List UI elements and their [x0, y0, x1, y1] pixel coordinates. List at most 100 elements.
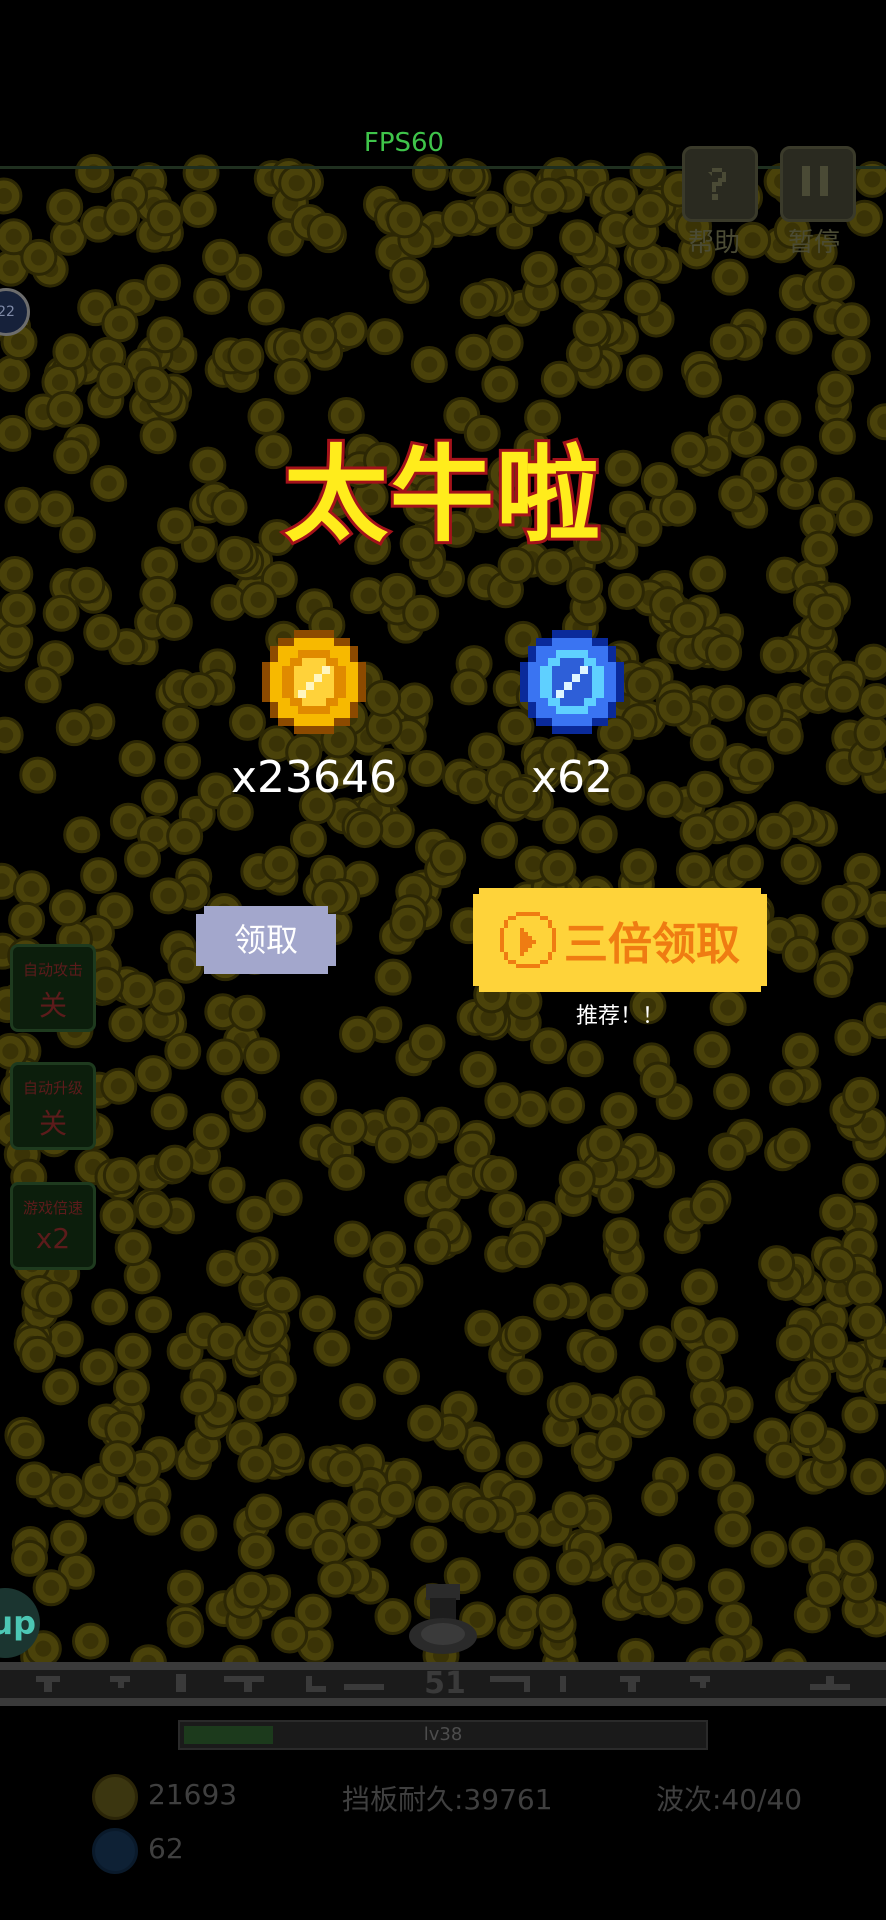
background-coin	[712, 804, 750, 842]
background-coin	[759, 636, 797, 674]
pause-label: 暂停	[788, 228, 841, 258]
background-coin	[150, 1093, 188, 1131]
background-coin	[686, 770, 724, 808]
background-coin	[326, 1450, 364, 1488]
background-coin	[233, 1571, 271, 1609]
background-coin	[841, 1396, 879, 1434]
background-coin	[99, 1440, 137, 1478]
background-coin	[306, 212, 344, 250]
background-coin	[481, 821, 519, 859]
background-coin	[623, 279, 661, 317]
background-coin	[862, 1367, 886, 1405]
background-coin	[377, 1480, 415, 1518]
claim-button[interactable]: 领取	[196, 906, 336, 974]
background-coin	[535, 1593, 573, 1631]
background-coin	[842, 1076, 880, 1114]
background-coin	[628, 1394, 666, 1432]
level-up-orb-label: up	[0, 1604, 36, 1642]
background-coin	[20, 238, 58, 276]
background-coin	[853, 714, 886, 752]
background-coin	[836, 1539, 874, 1577]
background-coin	[504, 1231, 542, 1269]
background-coin	[55, 709, 93, 747]
background-coin	[530, 177, 568, 215]
recommend-text: 推荐！！	[575, 1004, 664, 1029]
background-coin	[164, 1032, 202, 1070]
background-coin	[775, 317, 813, 355]
background-coin	[558, 1160, 596, 1198]
background-coin	[208, 1166, 246, 1204]
gold-stat-icon	[92, 1774, 138, 1820]
background-coin	[366, 318, 404, 356]
background-coin	[48, 889, 86, 927]
background-coin	[134, 366, 172, 404]
background-coin	[71, 1622, 109, 1660]
background-coin	[50, 1519, 88, 1557]
background-coin	[273, 357, 311, 395]
auto-upgrade-toggle[interactable]: 自动升级 关	[10, 1062, 96, 1150]
background-coin	[35, 1281, 73, 1319]
auto-attack-toggle[interactable]: 自动攻击 关	[10, 944, 96, 1032]
background-coin	[530, 1027, 568, 1065]
background-coin	[7, 1422, 45, 1460]
background-coin	[862, 1002, 886, 1040]
level-progress-bar: lv38	[178, 1720, 708, 1750]
background-coin	[112, 1369, 150, 1407]
background-coin	[99, 1197, 137, 1235]
game-speed-state: x2	[35, 1222, 71, 1255]
background-coin	[464, 1309, 502, 1347]
help-button[interactable]	[682, 146, 758, 222]
background-coin	[734, 221, 772, 259]
background-coin	[380, 1270, 418, 1308]
background-coin	[102, 1156, 140, 1194]
background-coin	[339, 1383, 377, 1421]
background-coin	[842, 1162, 880, 1200]
background-coin	[383, 1358, 421, 1396]
background-coin	[655, 689, 693, 727]
background-coin	[247, 288, 285, 326]
barrier-durability: 挡板耐久:39761	[342, 1783, 553, 1816]
background-coin	[520, 251, 558, 289]
background-coin	[566, 1040, 604, 1078]
background-coin	[481, 365, 519, 403]
auto-upgrade-state: 关	[38, 1107, 67, 1140]
background-coin	[540, 360, 578, 398]
background-coin	[155, 603, 193, 641]
background-coin	[221, 1077, 259, 1115]
background-coin	[639, 1061, 677, 1099]
background-coin	[101, 305, 139, 343]
background-coin	[355, 1297, 393, 1335]
background-coin	[533, 1283, 571, 1321]
blue-gem-icon	[520, 630, 624, 734]
pause-button[interactable]	[780, 146, 856, 222]
background-coin	[8, 901, 46, 939]
background-coin	[410, 1525, 448, 1563]
background-coin	[658, 1543, 696, 1581]
background-coin	[848, 1302, 886, 1340]
background-coin	[300, 1079, 338, 1117]
background-coin	[707, 1568, 745, 1606]
background-coin	[806, 1570, 844, 1608]
background-coin	[75, 153, 113, 191]
background-coin	[180, 671, 218, 709]
background-coin	[141, 779, 179, 817]
auto-attack-label: 自动攻击	[22, 961, 83, 979]
background-coin	[234, 1239, 272, 1277]
background-coin	[114, 1332, 152, 1370]
game-speed-toggle[interactable]: 游戏倍速 x2	[10, 1182, 96, 1270]
triple-claim-label: 三倍领取	[564, 919, 740, 970]
background-coin	[555, 1382, 593, 1420]
triple-claim-button[interactable]: 三倍领取	[473, 888, 767, 992]
background-coin	[146, 199, 184, 237]
background-coin	[602, 1217, 640, 1255]
background-coin	[560, 266, 598, 304]
background-coin	[0, 177, 23, 215]
background-coin	[512, 1556, 550, 1594]
background-coin	[313, 1329, 351, 1367]
background-coin	[692, 1402, 730, 1440]
background-coin	[24, 666, 62, 704]
background-coin	[134, 1055, 172, 1093]
background-coin	[249, 1310, 287, 1348]
background-coin	[193, 277, 231, 315]
background-coin	[386, 201, 424, 239]
